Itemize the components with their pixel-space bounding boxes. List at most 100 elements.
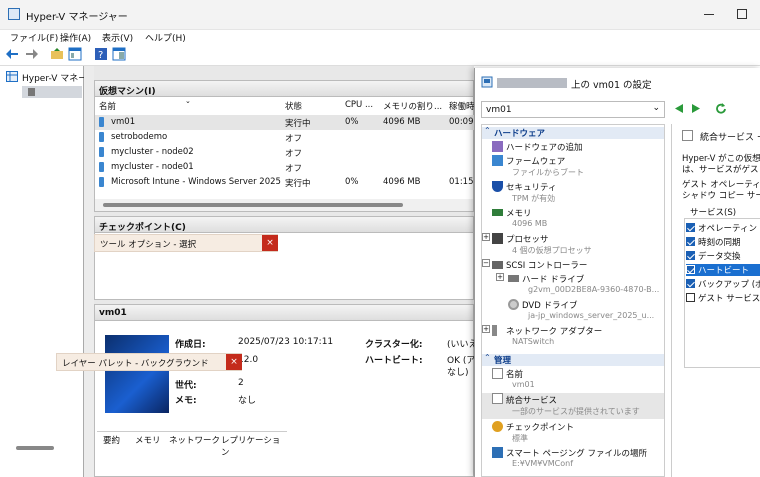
table-row[interactable]: mycluster - node01 オフ	[95, 160, 475, 175]
maximize-icon[interactable]	[737, 9, 747, 19]
service-label: バックアップ (ボ	[698, 280, 760, 290]
menu-view[interactable]: 表示(V)	[102, 31, 133, 44]
name-icon	[492, 368, 503, 379]
item-sub: 4 個の仮想プロセッサ	[512, 246, 592, 255]
col-state[interactable]: 状態	[285, 98, 302, 112]
item-sub: E:¥VM¥VMConf	[512, 459, 574, 468]
close-icon[interactable]: ×	[226, 354, 242, 370]
vm-name: setrobodemo	[111, 132, 168, 142]
collapse-icon[interactable]: ⌃	[484, 353, 491, 362]
table-row[interactable]: Microsoft Intune - Windows Server 2025 実…	[95, 175, 477, 190]
folder-up-icon[interactable]	[50, 47, 64, 61]
item-sub: g2vm_00D2BE8A-9360-4870-B...	[528, 285, 660, 294]
menu-file[interactable]: ファイル(F)	[10, 31, 58, 44]
splitter[interactable]	[84, 66, 94, 477]
tab-summary[interactable]: 要約	[99, 432, 125, 448]
checkbox-checked-icon[interactable]	[686, 251, 695, 260]
checkbox-checked-icon[interactable]	[686, 265, 695, 274]
tree-root[interactable]: Hyper-V マネー	[22, 71, 87, 84]
item-sub: 標準	[512, 434, 528, 443]
service-label: ハートビート	[698, 266, 750, 276]
integration-icon	[682, 130, 693, 141]
item-label: ハードウェアの追加	[506, 143, 583, 153]
service-time-sync[interactable]: 時刻の同期	[686, 236, 760, 248]
list-item-hard-drive[interactable]: + ハード ドライブ g2vm_00D2BE8A-9360-4870-B...	[482, 273, 664, 297]
details-header: vm01	[95, 305, 473, 321]
back-arrow-icon[interactable]	[6, 47, 20, 61]
service-guest[interactable]: ゲスト サービス	[686, 292, 760, 304]
col-uptime[interactable]: 稼働時	[449, 98, 475, 112]
vm-state: 実行中	[285, 179, 311, 189]
collapse-tree-icon[interactable]: −	[482, 259, 490, 267]
integration-services-pane: 統合サービス ー Hyper-V がこの仮想 は、サービスがゲスト ゲスト オペ…	[671, 124, 760, 477]
pane-desc-2: は、サービスがゲスト	[682, 165, 760, 175]
generation-value: 2	[238, 378, 244, 388]
expand-icon[interactable]: +	[482, 325, 490, 333]
vm-thumbnail	[105, 335, 169, 413]
col-memory[interactable]: メモリの割り...	[383, 98, 442, 112]
scsi-icon	[492, 261, 503, 269]
list-item-add-hardware[interactable]: ハードウェアの追加	[482, 141, 664, 153]
next-arrow-icon[interactable]	[691, 104, 700, 113]
vm-name: vm01	[111, 117, 136, 127]
table-row[interactable]: vm01 実行中 0% 4096 MB 00:09:	[95, 115, 476, 130]
vm-icon	[99, 177, 104, 187]
forward-arrow-icon[interactable]	[24, 47, 38, 61]
list-item-paging[interactable]: スマート ページング ファイルの場所 E:¥VM¥VMConf	[482, 447, 664, 471]
server-icon	[28, 88, 35, 96]
expand-icon[interactable]: +	[482, 233, 490, 241]
list-item-network[interactable]: + ネットワーク アダプター NATSwitch	[482, 325, 664, 349]
hscroll-thumb[interactable]	[103, 203, 403, 207]
checkbox-unchecked-icon[interactable]	[686, 293, 695, 302]
service-os-shutdown[interactable]: オペレーティン	[686, 222, 760, 234]
checkbox-checked-icon[interactable]	[686, 223, 695, 232]
checkbox-checked-icon[interactable]	[686, 279, 695, 288]
vm-memory: 4096 MB	[383, 117, 421, 127]
menu-action[interactable]: 操作(A)	[60, 31, 91, 44]
service-data-exchange[interactable]: データ交換	[686, 250, 760, 262]
vm-uptime: 01:15:	[449, 177, 477, 187]
list-item-dvd[interactable]: DVD ドライブ ja-jp_windows_server_2025_u...	[482, 299, 664, 323]
close-icon[interactable]: ×	[262, 235, 278, 251]
list-item-processor[interactable]: + プロセッサ 4 個の仮想プロセッサ	[482, 233, 664, 257]
prev-arrow-icon[interactable]	[675, 104, 684, 113]
tab-memory[interactable]: メモリ	[131, 432, 165, 448]
vm-select[interactable]: vm01 ⌄	[481, 101, 665, 118]
tree-scrollbar[interactable]	[16, 446, 54, 450]
hardware-list: ハードウェア ⌃ ハードウェアの追加 ファームウェア ファイルからブート セキュ…	[481, 124, 665, 477]
expand-icon[interactable]: +	[496, 273, 504, 281]
list-item-scsi[interactable]: − SCSI コントローラー	[482, 259, 664, 271]
table-row[interactable]: setrobodemo オフ	[95, 130, 475, 145]
vm-state: 実行中	[285, 119, 311, 129]
help-icon[interactable]: ?	[94, 47, 108, 61]
vm-cpu: 0%	[345, 117, 359, 127]
created-label: 作成日:	[175, 340, 206, 350]
menu-help[interactable]: ヘルプ(H)	[145, 31, 186, 44]
minimize-icon[interactable]	[704, 14, 714, 15]
list-item-integration[interactable]: 統合サービス 一部のサービスが提供されています	[482, 393, 664, 419]
checkbox-checked-icon[interactable]	[686, 237, 695, 246]
col-name[interactable]: 名前	[99, 98, 116, 112]
list-item-firmware[interactable]: ファームウェア ファイルからブート	[482, 155, 664, 179]
list-item-checkpoint[interactable]: チェックポイント 標準	[482, 421, 664, 445]
dialog-title: 上の vm01 の設定	[571, 80, 652, 91]
console-tree-icon[interactable]	[68, 47, 82, 61]
hardware-section[interactable]: ハードウェア	[482, 127, 664, 139]
list-item-memory[interactable]: メモリ 4096 MB	[482, 207, 664, 231]
list-item-security[interactable]: セキュリティ TPM が有効	[482, 181, 664, 205]
collapse-icon[interactable]: ⌃	[484, 126, 491, 135]
tab-network[interactable]: ネットワーク	[165, 432, 224, 448]
management-section[interactable]: 管理	[482, 354, 664, 366]
list-item-name[interactable]: 名前 vm01	[482, 368, 664, 392]
col-cpu[interactable]: CPU ...	[345, 98, 373, 112]
tab-replication[interactable]: レプリケーション	[217, 432, 287, 460]
service-heartbeat[interactable]: ハートビート	[686, 264, 760, 276]
vm-select-value: vm01	[486, 105, 512, 115]
table-row[interactable]: mycluster - node02 オフ	[95, 145, 475, 160]
window-title: Hyper-V マネージャー	[26, 12, 128, 23]
action-pane-icon[interactable]	[112, 47, 126, 61]
refresh-icon[interactable]	[715, 103, 726, 114]
chevron-down-icon: ⌄	[652, 103, 660, 113]
service-label: データ交換	[698, 252, 741, 262]
service-backup[interactable]: バックアップ (ボ	[686, 278, 760, 290]
